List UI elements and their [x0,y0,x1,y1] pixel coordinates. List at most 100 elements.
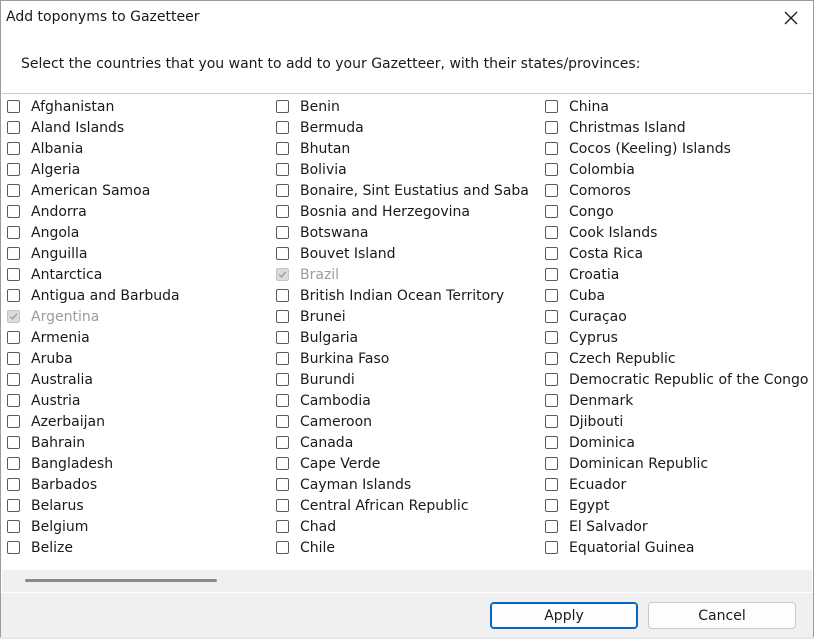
country-checkbox[interactable] [276,541,289,554]
country-item[interactable]: Ecuador [540,474,626,495]
country-item[interactable]: Antigua and Barbuda [2,285,180,306]
country-checkbox[interactable] [545,457,558,470]
country-item[interactable]: Australia [2,369,93,390]
country-item[interactable]: Cayman Islands [271,474,411,495]
country-item[interactable]: Dominican Republic [540,453,708,474]
country-item[interactable]: Equatorial Guinea [540,537,694,558]
country-checkbox[interactable] [7,247,20,260]
country-item[interactable]: Chad [271,516,336,537]
country-checkbox[interactable] [545,415,558,428]
country-item[interactable]: Armenia [2,327,90,348]
country-item[interactable]: Denmark [540,390,633,411]
country-checkbox[interactable] [276,226,289,239]
country-checkbox[interactable] [276,352,289,365]
country-checkbox[interactable] [7,142,20,155]
country-checkbox[interactable] [545,100,558,113]
country-item[interactable]: Afghanistan [2,96,114,117]
country-checkbox[interactable] [7,121,20,134]
country-checkbox[interactable] [545,541,558,554]
country-item[interactable]: Andorra [2,201,87,222]
country-item[interactable]: Egypt [540,495,609,516]
country-checkbox[interactable] [7,205,20,218]
country-item[interactable]: Cocos (Keeling) Islands [540,138,731,159]
country-item[interactable]: Belize [2,537,73,558]
country-item[interactable]: Cuba [540,285,605,306]
country-checkbox[interactable] [7,520,20,533]
country-item[interactable]: Bulgaria [271,327,358,348]
country-item[interactable]: Belarus [2,495,84,516]
country-item[interactable]: Azerbaijan [2,411,105,432]
country-item[interactable]: Cambodia [271,390,371,411]
country-item[interactable]: Burkina Faso [271,348,389,369]
country-checkbox[interactable] [7,163,20,176]
country-item[interactable]: Bermuda [271,117,364,138]
country-item[interactable]: Central African Republic [271,495,469,516]
country-item[interactable]: Curaçao [540,306,627,327]
country-checkbox[interactable] [545,121,558,134]
country-checkbox[interactable] [7,268,20,281]
country-checkbox[interactable] [545,247,558,260]
cancel-button[interactable]: Cancel [648,602,796,629]
country-item[interactable]: Comoros [540,180,631,201]
country-checkbox[interactable] [276,184,289,197]
country-checkbox[interactable] [276,247,289,260]
country-checkbox[interactable] [276,289,289,302]
country-checkbox[interactable] [276,373,289,386]
country-checkbox[interactable] [545,268,558,281]
country-checkbox[interactable] [7,331,20,344]
country-checkbox[interactable] [276,499,289,512]
country-item[interactable]: Costa Rica [540,243,643,264]
country-item[interactable]: Bonaire, Sint Eustatius and Saba [271,180,529,201]
country-item[interactable]: Cameroon [271,411,372,432]
country-item[interactable]: Czech Republic [540,348,676,369]
country-checkbox[interactable] [545,352,558,365]
country-checkbox[interactable] [7,394,20,407]
country-checkbox[interactable] [276,100,289,113]
country-checkbox[interactable] [7,457,20,470]
country-checkbox[interactable] [7,499,20,512]
country-item[interactable]: Benin [271,96,340,117]
country-checkbox[interactable] [276,310,289,323]
country-item[interactable]: Cook Islands [540,222,657,243]
country-checkbox[interactable] [545,163,558,176]
country-checkbox[interactable] [7,100,20,113]
country-checkbox[interactable] [545,520,558,533]
scrollbar-thumb[interactable] [25,579,217,582]
country-item[interactable]: British Indian Ocean Territory [271,285,504,306]
country-item[interactable]: Croatia [540,264,619,285]
country-item[interactable]: Bouvet Island [271,243,396,264]
country-item[interactable]: Angola [2,222,79,243]
country-checkbox[interactable] [276,121,289,134]
country-item[interactable]: Albania [2,138,83,159]
country-item[interactable]: Bahrain [2,432,85,453]
country-item[interactable]: Austria [2,390,80,411]
country-item[interactable]: Bangladesh [2,453,113,474]
country-item[interactable]: Christmas Island [540,117,686,138]
country-item[interactable]: Algeria [2,159,80,180]
country-item[interactable]: Canada [271,432,353,453]
country-item[interactable]: Djibouti [540,411,623,432]
country-checkbox[interactable] [276,205,289,218]
country-item[interactable]: Dominica [540,432,635,453]
country-item[interactable]: Bhutan [271,138,350,159]
country-item[interactable]: China [540,96,609,117]
country-item[interactable]: Aland Islands [2,117,124,138]
country-checkbox[interactable] [7,478,20,491]
country-checkbox[interactable] [276,142,289,155]
apply-button[interactable]: Apply [490,602,638,629]
country-checkbox[interactable] [276,457,289,470]
country-item[interactable]: Congo [540,201,614,222]
country-checkbox[interactable] [276,478,289,491]
country-checkbox[interactable] [545,331,558,344]
country-item[interactable]: Belgium [2,516,88,537]
country-checkbox[interactable] [276,415,289,428]
country-checkbox[interactable] [7,289,20,302]
country-item[interactable]: Colombia [540,159,635,180]
country-checkbox[interactable] [7,541,20,554]
country-checkbox[interactable] [545,184,558,197]
country-checkbox[interactable] [7,184,20,197]
country-checkbox[interactable] [276,331,289,344]
country-checkbox[interactable] [276,520,289,533]
country-item[interactable]: El Salvador [540,516,648,537]
country-checkbox[interactable] [545,394,558,407]
